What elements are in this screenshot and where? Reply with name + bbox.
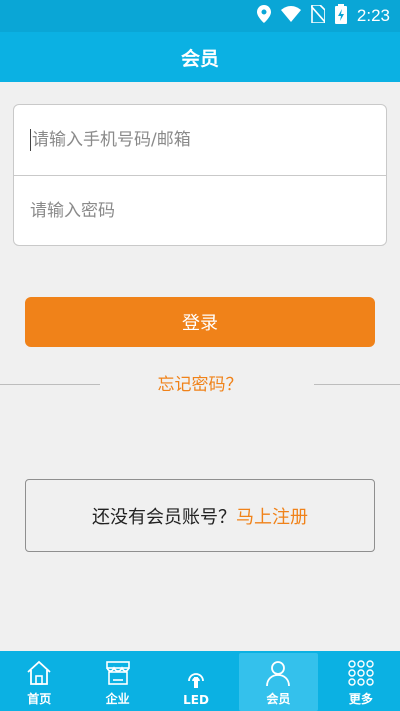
page-title: 会员 xyxy=(180,47,219,70)
status-bar: 2:23 xyxy=(0,0,400,32)
login-form xyxy=(13,104,387,246)
home-icon xyxy=(27,660,51,685)
tab-label: 企业 xyxy=(105,692,130,706)
tab-member[interactable]: 会员 xyxy=(239,653,318,711)
tab-label: 更多 xyxy=(348,692,373,706)
tab-enterprise[interactable]: 企业 xyxy=(78,651,156,711)
password-field-row xyxy=(14,176,386,245)
forgot-password-row: 忘记密码？ xyxy=(0,372,400,398)
tab-led[interactable]: LED xyxy=(157,651,235,711)
phone-email-input[interactable] xyxy=(32,130,386,150)
no-sim-icon xyxy=(310,4,326,27)
tab-home[interactable]: 首页 xyxy=(0,651,78,711)
register-box: 还没有会员账号？ 马上注册 xyxy=(25,479,375,552)
grid-icon xyxy=(348,660,374,686)
tab-label: 首页 xyxy=(27,692,52,706)
tab-more[interactable]: 更多 xyxy=(322,651,400,711)
phone-email-field-row xyxy=(14,105,386,175)
wifi-icon xyxy=(280,6,301,26)
divider-right xyxy=(314,384,400,385)
user-icon xyxy=(266,661,291,687)
register-link[interactable]: 马上注册 xyxy=(236,503,308,529)
forgot-password-link[interactable]: 忘记密码？ xyxy=(0,372,400,398)
login-button[interactable]: 登录 xyxy=(25,297,375,347)
battery-icon xyxy=(334,4,347,28)
tab-label: 会员 xyxy=(266,692,291,706)
app-header: 会员 xyxy=(0,32,400,82)
register-prompt: 还没有会员账号？ xyxy=(92,506,236,528)
status-time: 2:23 xyxy=(356,6,390,25)
store-icon xyxy=(105,661,130,685)
tab-label: LED xyxy=(183,693,209,707)
location-icon xyxy=(256,5,271,27)
led-icon xyxy=(188,673,204,688)
bottom-tab-bar: 首页 企业 LED 会员 更多 xyxy=(0,651,400,711)
text-cursor xyxy=(30,129,31,151)
password-input[interactable] xyxy=(30,201,386,221)
